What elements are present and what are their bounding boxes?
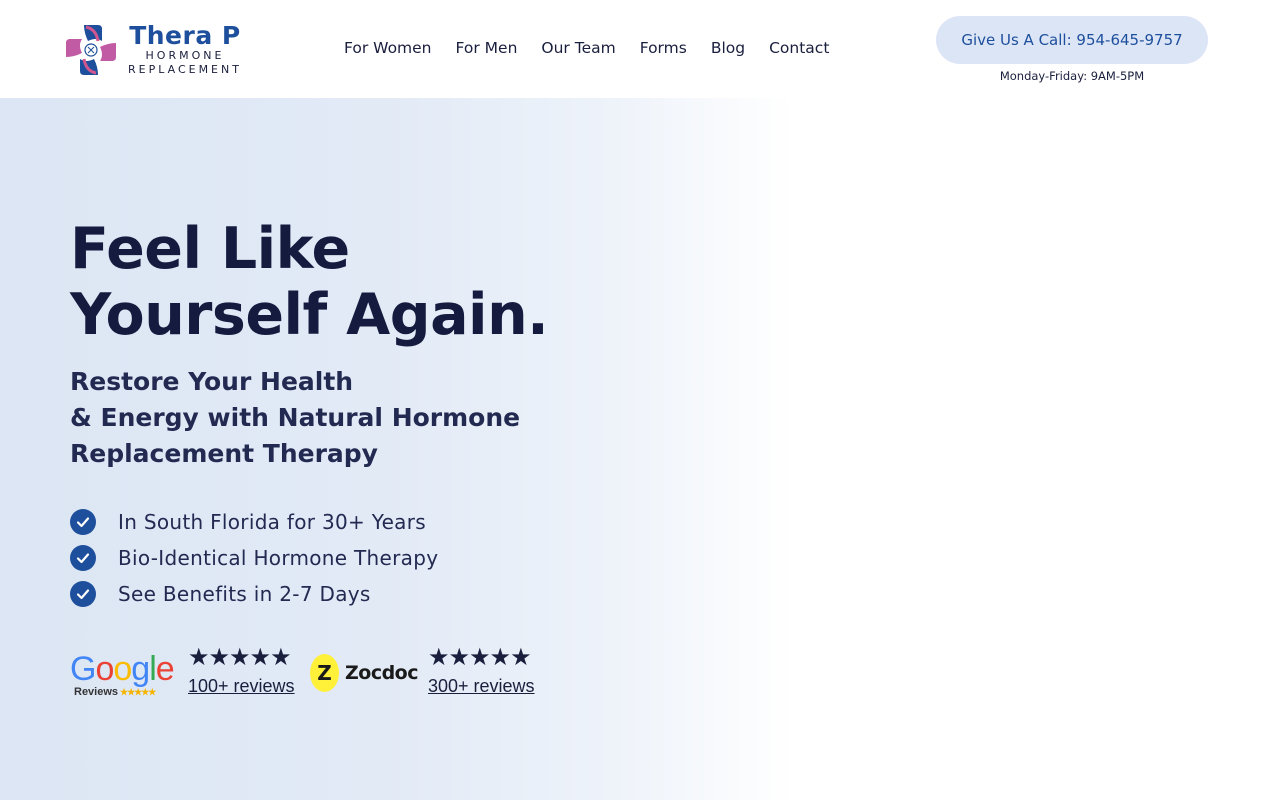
logo-text: Thera P HORMONE REPLACEMENT (128, 23, 242, 77)
zocdoc-star-rating: ★★★★★ (428, 644, 532, 671)
nav-for-women[interactable]: For Women (344, 38, 432, 58)
hero-title-line2: Yourself Again. (70, 282, 549, 348)
nav-contact[interactable]: Contact (769, 38, 829, 58)
benefit-item: Bio-Identical Hormone Therapy (70, 540, 438, 576)
google-reviews-link[interactable]: 100+ reviews (188, 676, 295, 697)
hero-subtitle-line2: & Energy with Natural Hormone (70, 403, 521, 432)
nav-for-men[interactable]: For Men (456, 38, 518, 58)
benefit-text: Bio-Identical Hormone Therapy (118, 546, 439, 570)
zocdoc-logo-word: Zocdoc (344, 662, 419, 684)
brand-logo[interactable]: Thera P HORMONE REPLACEMENT (64, 22, 244, 78)
hero-subtitle-line1: Restore Your Health (70, 367, 354, 396)
benefit-item: In South Florida for 30+ Years (70, 504, 438, 540)
hero-title: Feel Like Yourself Again. (70, 216, 630, 348)
zocdoc-logo: Z Zocdoc (310, 652, 419, 694)
site-header: Thera P HORMONE REPLACEMENT For Women Fo… (0, 0, 1280, 98)
google-logo-word: Google (70, 650, 175, 688)
check-circle-icon (70, 509, 96, 535)
mini-star-icons: ★★★★★ (120, 686, 156, 697)
check-circle-icon (70, 581, 96, 607)
google-reviews-logo: Google Reviews ★★★★★ (70, 652, 178, 698)
benefit-list: In South Florida for 30+ Years Bio-Ident… (70, 504, 438, 612)
nav-blog[interactable]: Blog (711, 38, 745, 58)
hero-title-line1: Feel Like (70, 216, 350, 282)
benefit-text: In South Florida for 30+ Years (118, 510, 426, 534)
hero-section: Feel Like Yourself Again. Restore Your H… (0, 98, 1280, 800)
main-nav: For Women For Men Our Team Forms Blog Co… (344, 38, 853, 58)
logo-subtitle-line1: HORMONE (145, 49, 225, 62)
office-hours: Monday-Friday: 9AM-5PM (999, 69, 1145, 83)
logo-subtitle-line2: REPLACEMENT (128, 63, 242, 76)
benefit-text: See Benefits in 2-7 Days (118, 582, 371, 606)
nav-forms[interactable]: Forms (640, 38, 687, 58)
hero-subtitle: Restore Your Health & Energy with Natura… (70, 364, 570, 472)
nav-our-team[interactable]: Our Team (541, 38, 615, 58)
google-star-rating: ★★★★★ (188, 644, 292, 671)
zocdoc-mark: Z (310, 654, 339, 692)
zocdoc-reviews-link[interactable]: 300+ reviews (428, 676, 535, 697)
hero-subtitle-line3: Replacement Therapy (70, 439, 378, 468)
check-circle-icon (70, 545, 96, 571)
call-button[interactable]: Give Us A Call: 954-645-9757 (936, 16, 1208, 64)
reviews-strip: Google Reviews ★★★★★ ★★★★★ 100+ reviews … (70, 646, 550, 706)
benefit-item: See Benefits in 2-7 Days (70, 576, 438, 612)
cross-logo-icon (66, 25, 116, 75)
logo-title: Thera P (129, 21, 241, 50)
